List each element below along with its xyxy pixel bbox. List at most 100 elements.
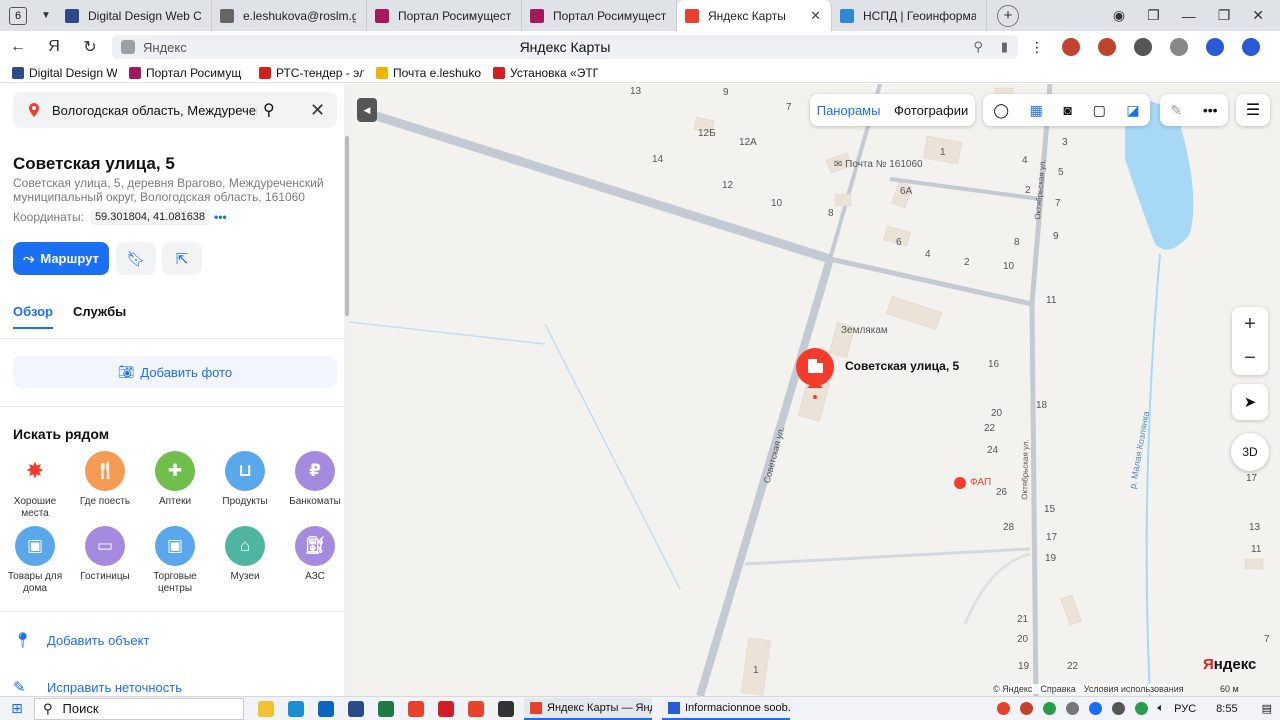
extension-icon[interactable] <box>1062 38 1080 56</box>
opera-icon[interactable] <box>438 700 454 717</box>
search-icon[interactable]: ⚲ <box>263 100 275 120</box>
explorer-icon[interactable] <box>258 700 274 717</box>
app-icon[interactable] <box>498 700 514 717</box>
locate-me-icon[interactable]: ➤ <box>1232 384 1268 420</box>
bookmark-0[interactable]: Digital Design Web <box>12 66 117 80</box>
tray-icon[interactable] <box>996 702 1010 715</box>
app-icon[interactable] <box>348 700 364 717</box>
yandex-icon[interactable] <box>408 700 424 717</box>
reload-icon[interactable]: ↻ <box>72 37 108 57</box>
clock[interactable]: 8:55 <box>1216 703 1237 715</box>
bus-icon[interactable]: ▢ <box>1093 102 1106 119</box>
bookmark-4[interactable]: Установка «ЭТП и <box>493 66 598 80</box>
panel-scrollbar-thumb[interactable] <box>345 136 349 316</box>
new-tab-button[interactable]: + <box>997 4 1019 27</box>
terms-link[interactable]: Условия использования <box>1084 684 1184 694</box>
bookmark-button[interactable]: 🔖︎ <box>116 242 156 275</box>
excel-icon[interactable] <box>378 700 394 717</box>
layers-icon[interactable]: ◪ <box>1126 102 1139 119</box>
category-home-goods[interactable]: ▣ Товары для дома <box>0 526 70 595</box>
more-vertical-icon[interactable]: ⋮ <box>1030 39 1044 56</box>
search-box[interactable]: Вологодская область, Междуреченский ⚲ ✕ <box>13 92 337 128</box>
profile-icon[interactable]: ◉ <box>1113 7 1125 24</box>
tab-5[interactable]: НСПД | Геоинформаци <box>832 0 987 31</box>
tray-icon[interactable] <box>1065 702 1079 715</box>
bluetooth-icon[interactable] <box>1088 702 1102 715</box>
category-malls[interactable]: ▣ Торговые центры <box>140 526 210 595</box>
chevron-down-icon[interactable]: ▼ <box>35 10 57 21</box>
close-icon[interactable]: ✕ <box>310 100 325 121</box>
more-icon[interactable]: ••• <box>1203 102 1218 118</box>
downloads-icon[interactable] <box>1242 38 1260 56</box>
hamburger-menu-icon[interactable]: ☰ <box>1236 94 1270 126</box>
help-link[interactable]: Справка <box>1040 684 1075 694</box>
extension-icon[interactable] <box>1098 38 1116 56</box>
category-museums[interactable]: ⌂ Музеи <box>210 526 280 583</box>
map-layer-icon[interactable]: ▦ <box>1030 102 1043 119</box>
category-pharmacy[interactable]: ✚ Аптеки <box>140 451 210 508</box>
coords-value[interactable]: 59.301804, 41.081638 <box>89 209 211 225</box>
extension-icon[interactable] <box>1170 38 1188 56</box>
add-photo-button[interactable]: 📷︎ Добавить фото <box>13 356 337 388</box>
camera-icon[interactable]: ◙ <box>1063 102 1071 118</box>
category-hotels[interactable]: ▭ Гостиницы <box>70 526 140 583</box>
tab-1[interactable]: e.leshukova@roslm.gov <box>212 0 367 31</box>
maximize-icon[interactable]: ❐ <box>1218 7 1231 24</box>
taskbar-window-1[interactable]: Informacionnoe soob... <box>662 697 790 720</box>
network-icon[interactable] <box>1134 702 1148 715</box>
category-atm[interactable]: ₽ Банкоматы <box>280 451 349 508</box>
map-canvas[interactable] <box>350 84 1280 696</box>
extension-icon[interactable] <box>1206 38 1224 56</box>
category-food[interactable]: 🍴︎ Где поесть <box>70 451 140 508</box>
edge-icon[interactable] <box>288 700 304 717</box>
address-field[interactable]: Яндекс Яндекс Карты ⚲ ▮ <box>112 35 1018 59</box>
tray-icon[interactable] <box>1019 702 1033 715</box>
panoramas-button[interactable]: Панорамы <box>817 103 881 118</box>
3d-toggle-button[interactable]: 3D <box>1231 433 1269 471</box>
circle-layer-icon[interactable]: ◯ <box>993 102 1009 119</box>
tab-count-button[interactable]: 6 <box>9 6 27 25</box>
add-object-link[interactable]: 📍︎ Добавить объект <box>13 631 149 649</box>
tab-4-active[interactable]: Яндекс Карты ✕ <box>677 0 832 31</box>
category-groceries[interactable]: ⊔ Продукты <box>210 451 280 508</box>
fix-error-link[interactable]: ✎ Исправить неточность <box>13 678 182 696</box>
share-button[interactable]: ⇱ <box>162 242 202 275</box>
more-icon[interactable]: ••• <box>214 210 227 224</box>
yandex-logo[interactable]: Яндекс <box>1203 656 1256 673</box>
close-icon[interactable]: ✕ <box>810 8 821 24</box>
extension-icon[interactable] <box>1134 38 1152 56</box>
zoom-out-button[interactable]: − <box>1232 341 1268 375</box>
windows-start-icon[interactable]: ⊞ <box>0 700 34 717</box>
yandex-icon[interactable]: Я <box>36 38 72 56</box>
category-good-places[interactable]: ✸ Хорошие места <box>0 451 70 520</box>
ruler-icon[interactable]: ✎ <box>1170 102 1182 119</box>
bookmark-1[interactable]: Портал Росимущ <box>129 66 247 80</box>
language-indicator[interactable]: РУС <box>1174 703 1196 715</box>
security-icon[interactable] <box>1111 702 1125 715</box>
collections-icon[interactable]: ❐ <box>1147 7 1160 24</box>
zoom-in-button[interactable]: + <box>1232 307 1268 341</box>
taskbar-window-0[interactable]: Яндекс Карты — Янд... <box>524 697 652 720</box>
search-input[interactable]: Вологодская область, Междуреченский <box>52 103 257 118</box>
tab-0[interactable]: Digital Design Web Clie <box>57 0 212 31</box>
route-button[interactable]: ⤳ Маршрут <box>13 242 109 275</box>
yandex-browser-icon[interactable] <box>468 700 484 717</box>
minimize-icon[interactable]: — <box>1182 8 1196 24</box>
bookmark-3[interactable]: Почта e.leshukova <box>376 66 481 80</box>
location-icon[interactable]: ⚲ <box>973 39 983 55</box>
collapse-panel-button[interactable]: ◀ <box>357 98 377 122</box>
tab-overview[interactable]: Обзор <box>13 304 53 329</box>
bookmark-icon[interactable]: ▮ <box>1001 39 1008 55</box>
notifications-icon[interactable]: ▤ <box>1262 702 1272 715</box>
back-arrow-icon[interactable]: ← <box>0 38 36 56</box>
close-window-icon[interactable]: ✕ <box>1252 7 1264 24</box>
bookmark-2[interactable]: РТС-тендер - элек <box>259 66 364 80</box>
taskbar-search[interactable]: ⚲ Поиск <box>34 697 244 720</box>
tab-2[interactable]: Портал Росимущества <box>367 0 522 31</box>
photos-button[interactable]: Фотографии <box>894 103 968 118</box>
tab-services[interactable]: Службы <box>73 304 126 329</box>
volume-icon[interactable]: 🔈︎ <box>1158 702 1165 715</box>
outlook-icon[interactable] <box>318 700 334 717</box>
tab-3[interactable]: Портал Росимущества <box>522 0 677 31</box>
category-fuel[interactable]: ⛽︎ АЗС <box>280 526 349 583</box>
